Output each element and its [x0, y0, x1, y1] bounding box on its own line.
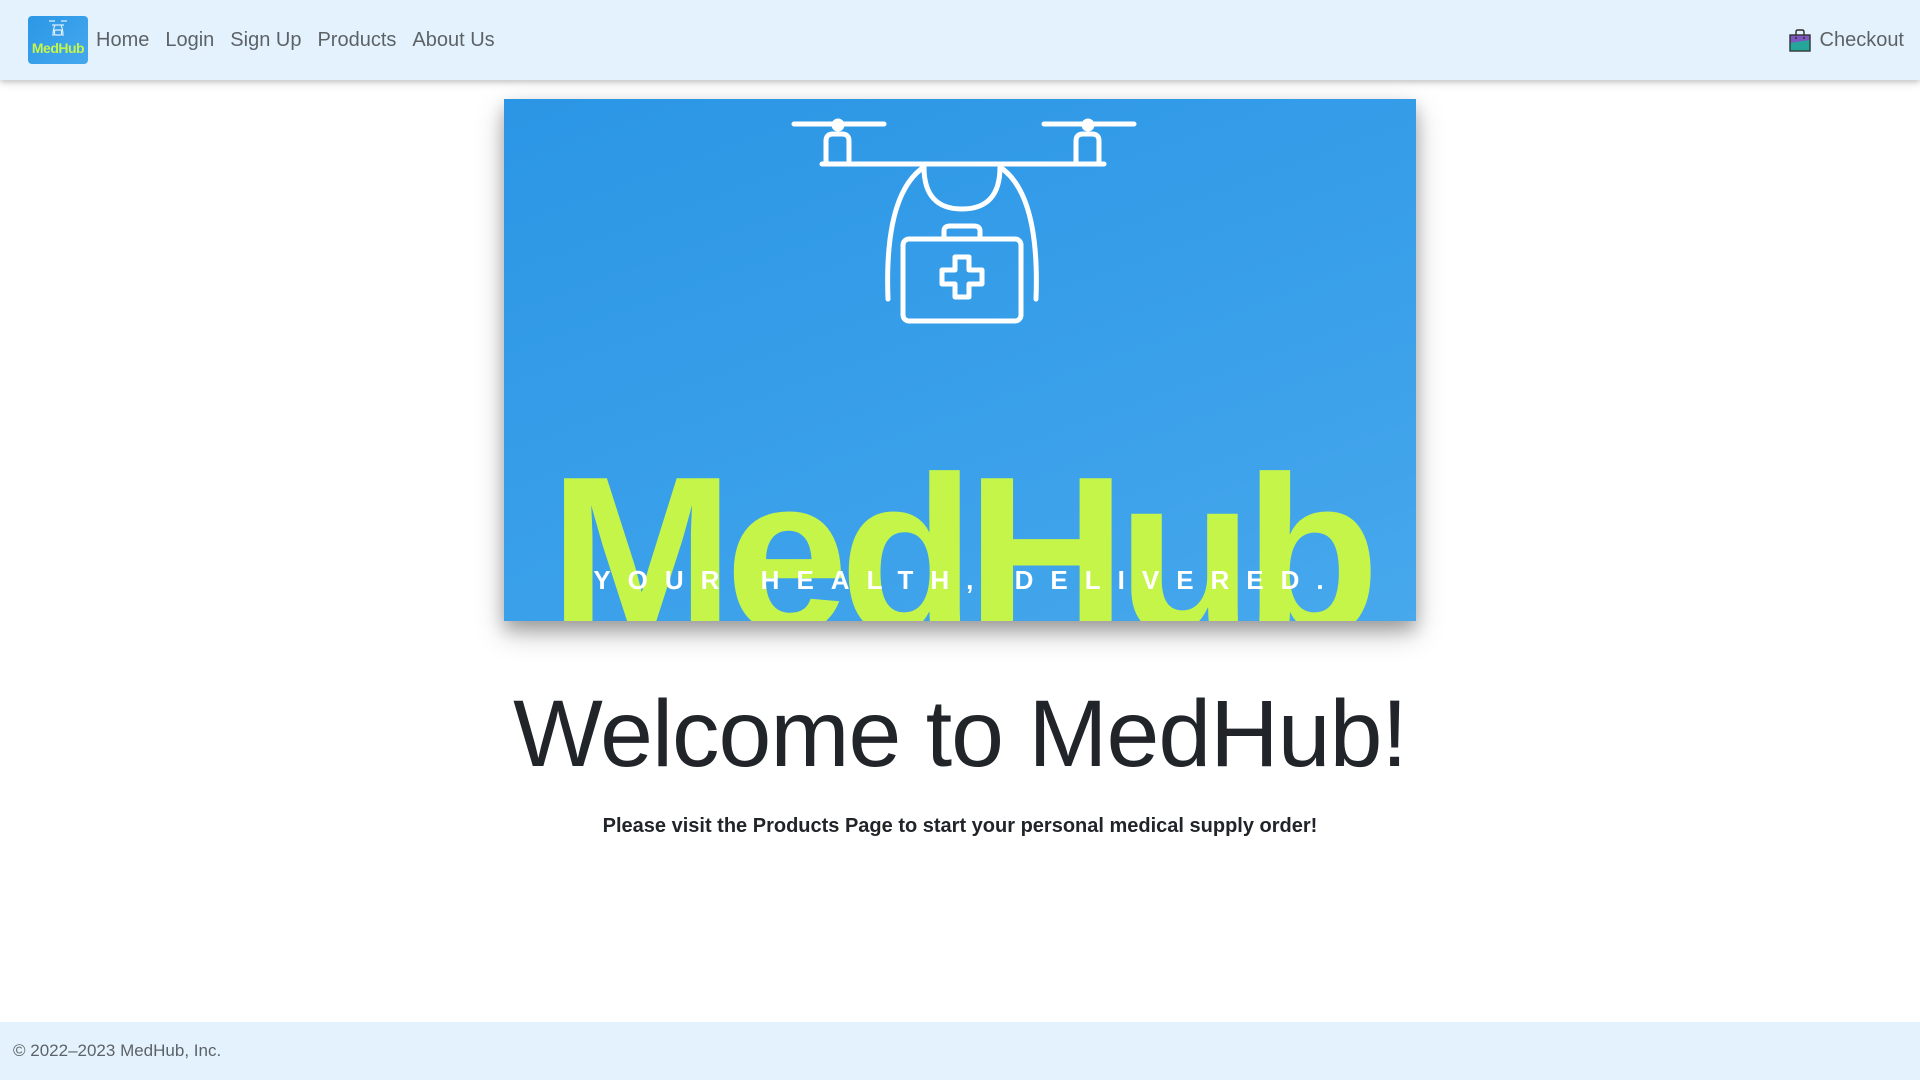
footer-copyright: © 2022–2023 MedHub, Inc.: [13, 1041, 222, 1060]
nav-login-link[interactable]: Login: [165, 29, 214, 52]
nav-products-link[interactable]: Products: [317, 29, 396, 52]
brand-logo[interactable]: MedHub: [28, 16, 88, 64]
hero-tagline: YOUR HEALTH, DELIVERED.: [593, 565, 1341, 595]
shopping-bag-icon: [1788, 29, 1811, 52]
nav-signup-link[interactable]: Sign Up: [230, 29, 301, 52]
welcome-heading: Welcome to MedHub!: [513, 681, 1408, 787]
footer: © 2022–2023 MedHub, Inc.: [0, 1022, 1920, 1080]
brand-text: MedHub: [31, 40, 85, 56]
nav-links: Home Login Sign Up Products About Us: [96, 0, 511, 80]
hero-banner: MedHub YOUR HEALTH, DELIVERED.: [504, 99, 1416, 621]
checkout-label: Checkout: [1819, 28, 1905, 51]
navbar: MedHub Home Login Sign Up Products About…: [0, 0, 1920, 80]
nav-about-link[interactable]: About Us: [412, 29, 494, 52]
nav-home-link[interactable]: Home: [96, 29, 149, 52]
checkout-link[interactable]: Checkout: [1788, 0, 1905, 80]
welcome-subtitle: Please visit the Products Page to start …: [602, 815, 1318, 837]
